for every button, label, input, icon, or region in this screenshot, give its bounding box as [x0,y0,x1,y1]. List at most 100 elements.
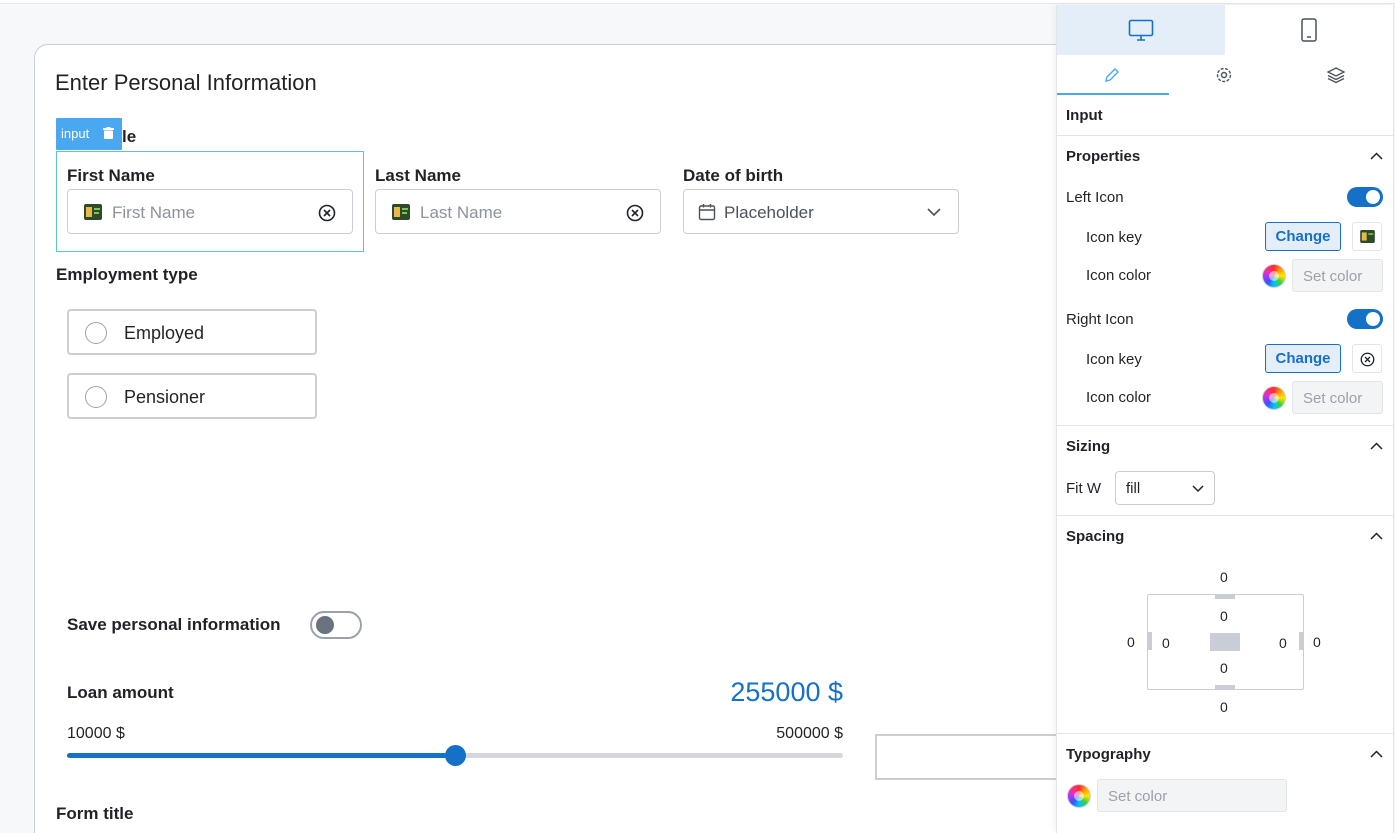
save-info-label: Save personal information [67,615,281,634]
divider [1057,733,1393,734]
clear-icon[interactable] [318,204,336,222]
sizing-title: Sizing [1066,438,1111,455]
right-icon-change-button[interactable]: Change [1265,344,1341,373]
properties-panel: Input Properties Left Icon Icon key Chan… [1056,5,1394,833]
radio-pensioner-label: Pensioner [124,387,206,407]
fit-w-select[interactable]: fill [1115,471,1215,505]
properties-title: Properties [1066,148,1141,165]
dob-placeholder: Placeholder [724,203,814,222]
radio-circle[interactable] [85,322,107,344]
margin-bottom-handle[interactable] [1215,685,1235,690]
chevron-up-icon[interactable] [1370,152,1383,160]
divider [1057,425,1393,426]
fit-w-value: fill [1126,480,1141,497]
loan-amount-label: Loan amount [67,683,174,702]
first-name-label: First Name [67,166,155,185]
dob-datepicker[interactable]: Placeholder [683,189,959,234]
component-title: Input [1066,107,1103,124]
loan-slider-fill [67,753,455,758]
left-icon-switch[interactable] [1347,187,1383,207]
margin-right-handle[interactable] [1299,632,1304,650]
right-icon-color-label: Icon color [1086,389,1152,406]
margin-left-value[interactable]: 0 [1127,634,1135,650]
gear-icon [1216,67,1232,83]
left-icon-set-color[interactable]: Set color [1292,259,1383,292]
padding-left-value[interactable]: 0 [1162,635,1170,651]
radio-employed[interactable]: Employed [67,309,317,355]
hidden-title-fragment: le [122,127,137,146]
form-heading: Enter Personal Information [55,70,317,95]
selection-tag[interactable]: input [56,118,122,150]
selection-tag-label: input [61,126,90,141]
save-info-toggle[interactable] [310,611,362,639]
toggle-knob [316,616,334,634]
left-icon-key-label: Icon key [1086,229,1142,246]
margin-left-handle[interactable] [1147,632,1152,650]
radio-circle[interactable] [85,386,107,408]
right-icon-key-label: Icon key [1086,351,1142,368]
dob-label: Date of birth [683,166,784,185]
margin-bottom-value[interactable]: 0 [1220,699,1228,715]
chevron-up-icon[interactable] [1370,532,1383,540]
radio-pensioner[interactable]: Pensioner [67,373,317,419]
left-icon-color-label: Icon color [1086,267,1152,284]
first-name-input[interactable]: First Name [67,189,353,234]
margin-right-value[interactable]: 0 [1313,634,1321,650]
tab-style[interactable] [1057,55,1169,95]
calendar-icon [698,204,716,221]
switch-knob [1366,312,1380,326]
spacing-title: Spacing [1066,528,1125,545]
last-name-placeholder: Last Name [420,203,503,222]
tab-layers[interactable] [1281,55,1393,95]
color-wheel-icon[interactable] [1262,386,1286,410]
tab-settings[interactable] [1169,55,1281,95]
color-wheel-icon[interactable] [1067,784,1091,808]
clear-icon[interactable] [626,204,644,222]
padding-right-value[interactable]: 0 [1279,635,1287,651]
loan-min-label: 10000 $ [67,725,125,742]
loan-amount-value: 255000 $ [730,677,843,707]
clear-icon [1360,352,1375,367]
id-card-icon [84,204,102,220]
desktop-icon [1128,19,1154,41]
padding-top-value[interactable]: 0 [1220,608,1228,624]
left-icon-change-button[interactable]: Change [1265,222,1341,251]
chevron-up-icon[interactable] [1370,750,1383,758]
margin-top-value[interactable]: 0 [1220,569,1228,585]
color-wheel-icon[interactable] [1262,264,1286,288]
typography-title: Typography [1066,746,1151,763]
switch-knob [1366,190,1380,204]
loan-max-label: 500000 $ [776,725,843,742]
tab-mobile[interactable] [1225,5,1393,55]
layers-icon [1327,67,1345,84]
right-icon-label: Right Icon [1066,311,1134,328]
right-icon-switch[interactable] [1347,309,1383,329]
trash-icon[interactable] [103,127,114,139]
right-icon-preview [1352,344,1382,373]
right-icon-set-color[interactable]: Set color [1292,381,1383,414]
left-icon-label: Left Icon [1066,189,1124,206]
tab-desktop[interactable] [1057,5,1225,55]
left-icon-preview [1352,222,1382,251]
partial-input[interactable] [875,734,1075,780]
pencil-icon [1105,68,1119,82]
spacing-content-box [1210,633,1240,651]
chevron-down-icon [927,208,941,217]
last-name-label: Last Name [375,166,461,185]
chevron-down-icon [1192,485,1204,493]
id-card-icon [392,204,410,220]
chevron-up-icon[interactable] [1370,442,1383,450]
loan-slider-thumb[interactable] [445,745,466,766]
divider [1057,515,1393,516]
padding-bottom-value[interactable]: 0 [1220,660,1228,676]
fit-w-label: Fit W [1066,480,1101,497]
id-card-icon [1360,230,1375,243]
form-title-label: Form title [56,804,134,823]
first-name-placeholder: First Name [112,203,196,222]
typography-set-color[interactable]: Set color [1097,779,1287,812]
mobile-icon [1301,18,1317,42]
divider [1057,135,1393,136]
last-name-input[interactable]: Last Name [375,189,661,234]
radio-employed-label: Employed [124,323,205,343]
employment-label: Employment type [56,265,198,284]
